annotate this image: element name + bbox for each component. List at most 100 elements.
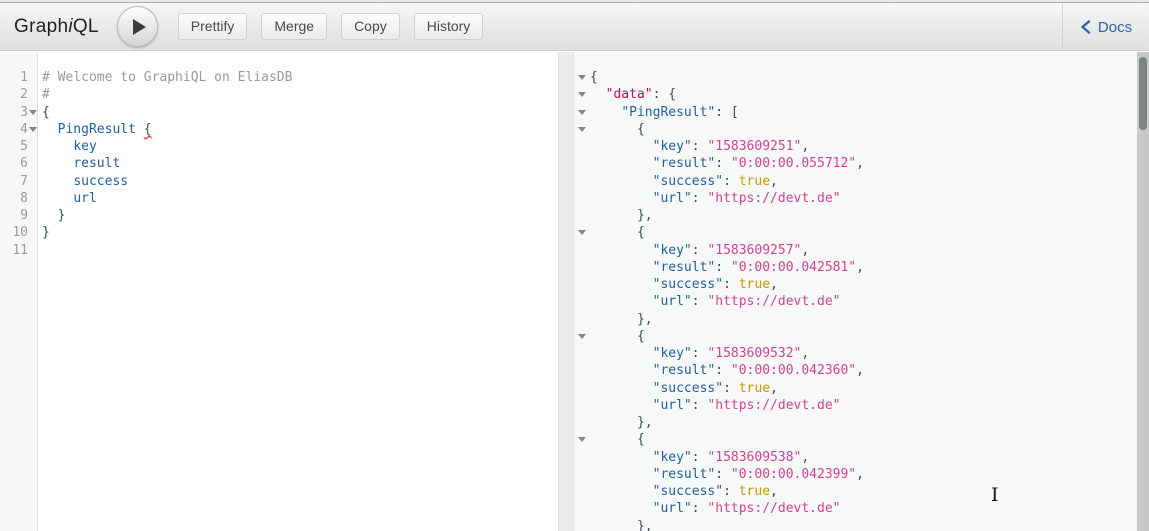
fold-arrow-icon[interactable] [574, 224, 590, 241]
history-button[interactable]: History [414, 13, 484, 40]
app-title: GraphiQL [14, 16, 99, 38]
code-text: }, [590, 414, 653, 431]
code-line: "result": "0:00:00.042360", [574, 362, 1149, 379]
code-line: { [574, 431, 1149, 448]
code-text: success [38, 173, 128, 190]
fold-gutter-cell [574, 311, 590, 328]
code-text: { [38, 104, 50, 121]
docs-button-label: Docs [1098, 19, 1132, 36]
code-text: "success": true, [590, 276, 778, 293]
query-lines: 1# Welcome to GraphiQL on EliasDB2#3{4 P… [0, 69, 558, 259]
code-text: # Welcome to GraphiQL on EliasDB [38, 69, 292, 86]
fold-arrow-icon[interactable] [574, 328, 590, 345]
code-line: "key": "1583609532", [574, 345, 1149, 362]
code-text: "success": true, [590, 483, 778, 500]
code-line: 9 } [0, 207, 558, 224]
code-line: }, [574, 518, 1149, 531]
fold-gutter-cell [574, 518, 590, 531]
code-line: "success": true, [574, 173, 1149, 190]
code-text: { [590, 69, 598, 86]
fold-gutter-cell [28, 86, 38, 103]
code-line: 10} [0, 224, 558, 241]
prettify-button[interactable]: Prettify [178, 13, 248, 40]
fold-gutter-cell [574, 483, 590, 500]
line-number: 1 [0, 69, 28, 86]
editor-split: 1# Welcome to GraphiQL on EliasDB2#3{4 P… [0, 52, 1149, 531]
line-number: 2 [0, 86, 28, 103]
line-number: 9 [0, 207, 28, 224]
code-text: { [590, 431, 645, 448]
code-line: 2# [0, 86, 558, 103]
line-number: 4 [0, 121, 28, 138]
fold-gutter-cell [574, 380, 590, 397]
code-line: 6 result [0, 155, 558, 172]
fold-gutter-cell [574, 173, 590, 190]
code-text: "url": "https://devt.de" [590, 397, 840, 414]
code-line: 11 [0, 242, 558, 259]
code-line: "result": "0:00:00.055712", [574, 155, 1149, 172]
result-scrollbar-track[interactable] [1137, 52, 1149, 531]
line-number: 7 [0, 173, 28, 190]
query-editor[interactable]: 1# Welcome to GraphiQL on EliasDB2#3{4 P… [0, 52, 558, 531]
docs-button[interactable]: Docs [1062, 4, 1149, 50]
fold-arrow-icon[interactable] [574, 104, 590, 121]
fold-arrow-icon[interactable] [574, 121, 590, 138]
code-text: "data": { [590, 86, 676, 103]
fold-gutter-cell [574, 276, 590, 293]
code-line: }, [574, 207, 1149, 224]
code-text: url [38, 190, 97, 207]
fold-gutter-cell [28, 207, 38, 224]
code-text: }, [590, 311, 653, 328]
fold-arrow-icon[interactable] [574, 431, 590, 448]
code-line: 7 success [0, 173, 558, 190]
code-text: "key": "1583609257", [590, 242, 809, 259]
result-viewer[interactable]: { "data": { "PingResult": [ { "key": "15… [574, 52, 1149, 531]
fold-gutter-cell [574, 414, 590, 431]
app-title-part1: Graph [14, 16, 68, 37]
code-line: 8 url [0, 190, 558, 207]
result-scrollbar-thumb[interactable] [1139, 57, 1147, 130]
toolbar-buttons: Prettify Merge Copy History [178, 13, 484, 40]
code-text: "url": "https://devt.de" [590, 500, 840, 517]
fold-arrow-icon[interactable] [574, 69, 590, 86]
code-text: "url": "https://devt.de" [590, 190, 840, 207]
code-text: } [38, 207, 65, 224]
code-text: "success": true, [590, 173, 778, 190]
code-line: "result": "0:00:00.042581", [574, 259, 1149, 276]
code-text: "success": true, [590, 380, 778, 397]
code-text [38, 242, 42, 259]
fold-gutter-cell [574, 466, 590, 483]
code-text: { [590, 121, 645, 138]
result-lines: { "data": { "PingResult": [ { "key": "15… [574, 69, 1149, 531]
pane-resize-divider[interactable] [558, 52, 574, 531]
fold-gutter-cell [574, 500, 590, 517]
fold-arrow-icon[interactable] [574, 86, 590, 103]
code-line: { [574, 328, 1149, 345]
execute-query-button[interactable] [117, 6, 158, 47]
fold-gutter-cell [574, 397, 590, 414]
code-line: "url": "https://devt.de" [574, 397, 1149, 414]
code-line: "success": true, [574, 276, 1149, 293]
fold-gutter-cell [28, 138, 38, 155]
code-text: }, [590, 207, 653, 224]
fold-gutter-cell [28, 69, 38, 86]
code-text: "PingResult": [ [590, 104, 739, 121]
fold-gutter-cell [574, 155, 590, 172]
fold-arrow-icon[interactable] [28, 104, 38, 121]
fold-arrow-icon[interactable] [28, 121, 38, 138]
code-line: "url": "https://devt.de" [574, 293, 1149, 310]
merge-button[interactable]: Merge [261, 13, 327, 40]
code-text: } [38, 224, 50, 241]
code-line: "key": "1583609251", [574, 138, 1149, 155]
fold-gutter-cell [28, 190, 38, 207]
toolbar: GraphiQL Prettify Merge Copy History Doc… [0, 3, 1149, 51]
code-line: 3{ [0, 104, 558, 121]
code-line: "key": "1583609257", [574, 242, 1149, 259]
fold-gutter-cell [28, 242, 38, 259]
code-text: key [38, 138, 97, 155]
code-line: "key": "1583609538", [574, 449, 1149, 466]
fold-gutter-cell [574, 207, 590, 224]
graphiql-app: GraphiQL Prettify Merge Copy History Doc… [0, 0, 1149, 531]
copy-button[interactable]: Copy [341, 13, 400, 40]
code-line: { [574, 121, 1149, 138]
